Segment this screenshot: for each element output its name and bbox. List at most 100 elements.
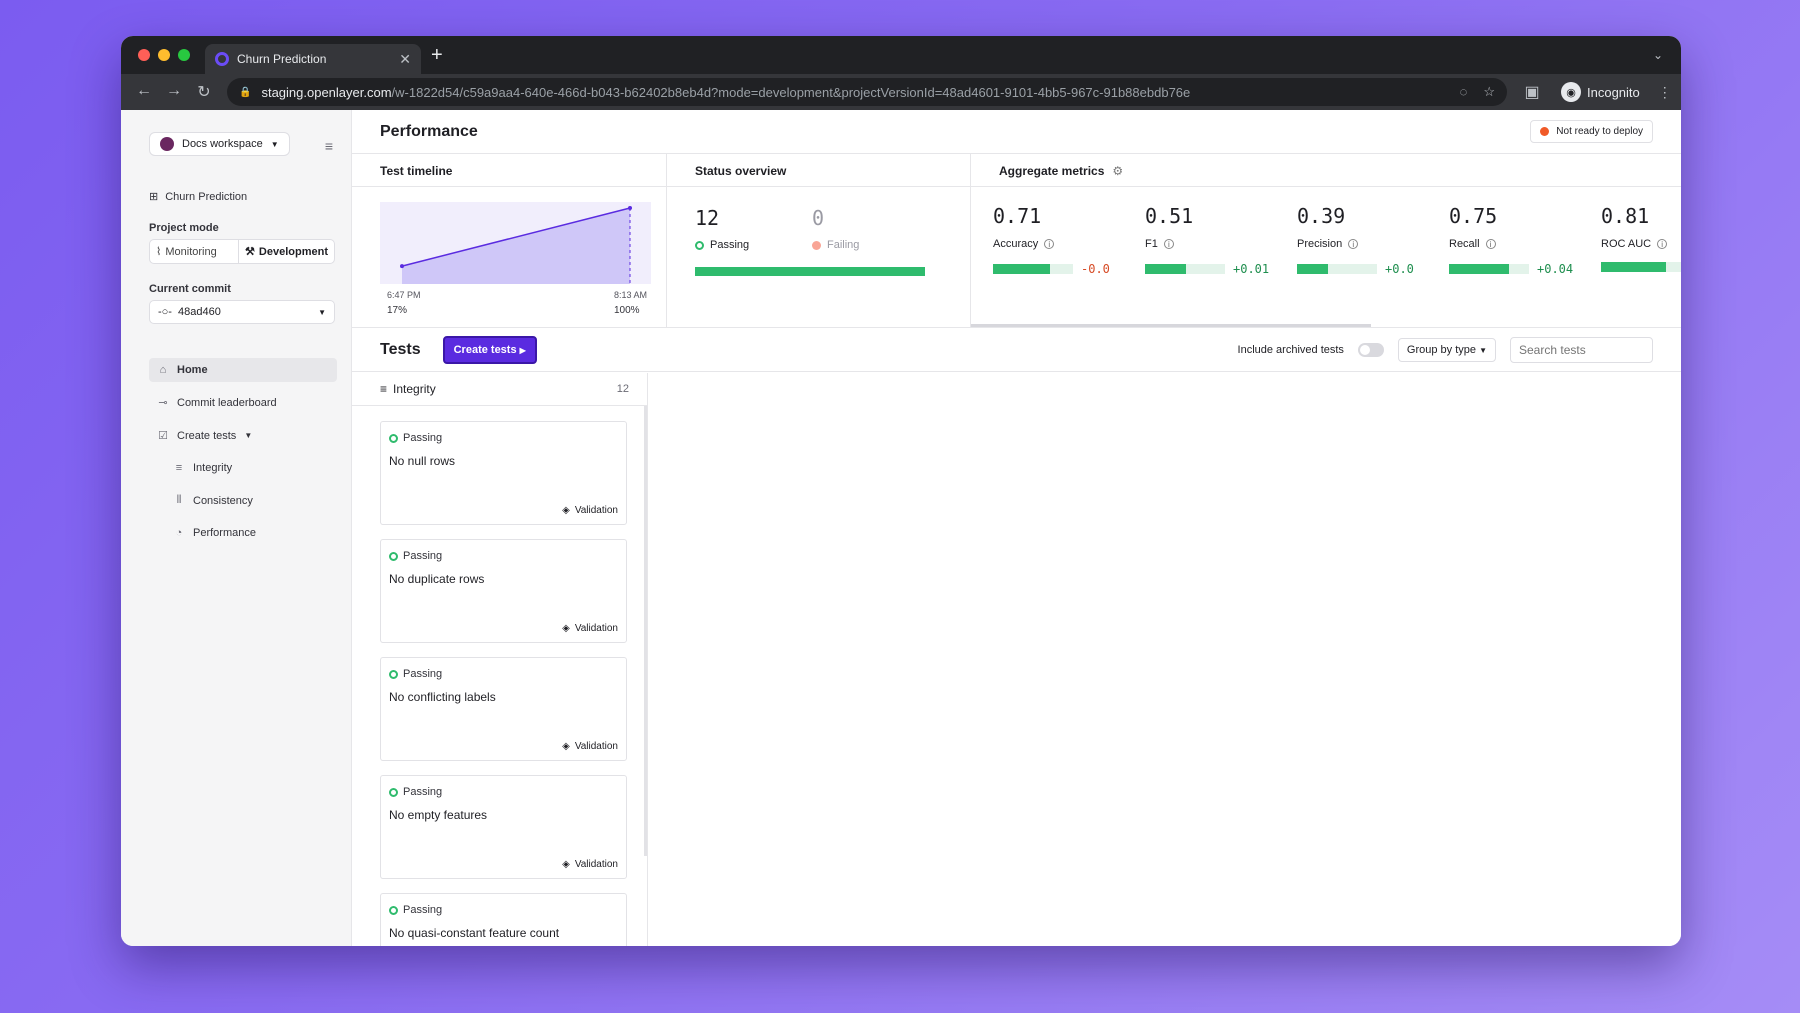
main-content: Performance Not ready to deploy Test tim…: [352, 110, 1681, 946]
sidebar-item-commit-leaderboard[interactable]: ⊸ Commit leaderboard: [149, 390, 337, 415]
layers-icon: ◈: [562, 859, 570, 870]
test-status: Passing: [403, 432, 443, 444]
list-icon: ≡: [380, 382, 388, 396]
column-header: ≡ Integrity 12: [352, 373, 647, 406]
passing-legend[interactable]: Passing: [695, 239, 749, 251]
info-icon[interactable]: i: [1657, 239, 1668, 249]
sidebar-item-consistency[interactable]: ⦀ Consistency: [149, 488, 337, 513]
group-by-select[interactable]: Group by type ▼: [1397, 337, 1496, 362]
back-icon[interactable]: ←: [129, 82, 159, 102]
mode-development[interactable]: ⚒ Development: [238, 240, 334, 263]
deploy-status-badge[interactable]: Not ready to deploy: [1530, 120, 1653, 143]
metric-fill: [1145, 264, 1186, 274]
home-icon: ⌂: [159, 364, 167, 376]
metric-value: 0.71: [993, 204, 1042, 228]
test-status: Passing: [403, 786, 443, 798]
metric-track: [1145, 264, 1225, 274]
incognito-badge[interactable]: ◉ Incognito: [1561, 82, 1640, 102]
sidebar-item-label: Commit leaderboard: [177, 396, 277, 409]
timeline-point-end[interactable]: [628, 206, 632, 210]
metric-name: Accuracy: [993, 238, 1039, 250]
forward-icon[interactable]: →: [159, 82, 189, 102]
passing-icon: [389, 787, 398, 797]
sidebar-item-create-tests[interactable]: ☑ Create tests ▼: [149, 423, 337, 448]
sidebar-item-performance[interactable]: ◔ Performance: [149, 521, 337, 545]
eye-off-icon[interactable]: ◌: [1460, 84, 1468, 100]
star-icon[interactable]: ☆: [1483, 84, 1495, 100]
metric-name: F1: [1145, 238, 1158, 250]
metric-value: 0.81: [1601, 204, 1650, 228]
chevron-down-icon: ▼: [318, 307, 326, 317]
status-title: Status overview: [667, 154, 970, 187]
group-name: Integrity: [393, 382, 436, 396]
group-by-label: Group by type: [1406, 343, 1477, 356]
include-archived-toggle[interactable]: [1357, 342, 1384, 357]
metric-value: 0.39: [1297, 204, 1346, 228]
minimize-window-button[interactable]: [158, 49, 170, 61]
current-commit-label: Current commit: [149, 283, 231, 295]
columns-icon: ⦀: [176, 494, 182, 506]
test-card[interactable]: Passing No empty features ◈ Validation: [380, 775, 627, 879]
test-card[interactable]: Passing No null rows ◈ Validation: [380, 421, 627, 525]
metric-delta: -0.0: [1081, 262, 1110, 276]
maximize-window-button[interactable]: [178, 49, 190, 61]
workspace-switcher[interactable]: Docs workspace ▼: [149, 132, 290, 156]
sidebar-item-integrity[interactable]: ≡ Integrity: [149, 456, 337, 480]
collapse-menu-icon[interactable]: ≡: [325, 138, 333, 154]
timeline-end-pct: 100%: [614, 305, 640, 316]
tab-search-icon[interactable]: ⌄: [1653, 48, 1663, 62]
metric-roc-auc[interactable]: 0.81 ROC AUC i: [1601, 204, 1681, 272]
gear-icon[interactable]: ⚙: [1112, 164, 1123, 186]
test-card[interactable]: Passing No quasi-constant feature count: [380, 893, 627, 946]
reload-icon[interactable]: ↻: [189, 82, 219, 102]
failing-count: 0: [812, 206, 825, 230]
status-progress-bar: [695, 267, 925, 276]
sidebar-item-label: Home: [177, 364, 208, 376]
checkbox-icon: ☑: [158, 430, 168, 442]
timeline-title: Test timeline: [352, 154, 666, 187]
aggregate-title-row: Aggregate metrics ⚙: [971, 154, 1681, 187]
close-tab-icon[interactable]: ✕: [399, 51, 411, 68]
metric-recall[interactable]: 0.75 Recall i +0.04: [1449, 204, 1579, 276]
page-header: Performance Not ready to deploy: [352, 110, 1681, 154]
create-tests-button[interactable]: Create tests ▶: [442, 335, 537, 364]
metric-f1[interactable]: 0.51 F1 i +0.01: [1145, 204, 1275, 276]
passing-icon: [695, 240, 704, 250]
metric-track: [1601, 262, 1681, 272]
info-icon[interactable]: i: [1485, 239, 1496, 249]
timeline-end-time: 8:13 AM: [614, 290, 648, 300]
test-card[interactable]: Passing No duplicate rows ◈ Validation: [380, 539, 627, 643]
test-status: Passing: [403, 668, 443, 680]
sidebar-item-home[interactable]: ⌂ Home: [149, 358, 337, 382]
workspace-name: Docs workspace: [182, 138, 263, 150]
failing-legend[interactable]: Failing: [812, 239, 859, 251]
test-card[interactable]: Passing No conflicting labels ◈ Validatio…: [380, 657, 627, 761]
commit-icon: -○-: [158, 306, 172, 318]
timeline-start-time: 6:47 PM: [387, 290, 421, 300]
search-tests-input[interactable]: [1510, 336, 1653, 363]
project-name[interactable]: ⊞ Churn Prediction: [149, 190, 337, 204]
metric-precision[interactable]: 0.39 Precision i +0.0: [1297, 204, 1427, 276]
info-icon[interactable]: i: [1163, 239, 1174, 249]
sidepanel-icon[interactable]: ▣: [1517, 82, 1547, 102]
info-icon[interactable]: i: [1348, 239, 1359, 249]
info-icon[interactable]: i: [1044, 239, 1055, 249]
close-window-button[interactable]: [138, 49, 150, 61]
address-bar[interactable]: 🔒 staging.openlayer.com/w-1822d54/c59a9a…: [227, 78, 1507, 106]
commit-value: 48ad460: [177, 306, 221, 318]
metric-accuracy[interactable]: 0.71 Accuracy i -0.0: [993, 204, 1123, 276]
horizontal-scrollbar[interactable]: [971, 324, 1371, 327]
browser-menu-icon[interactable]: ⋮: [1658, 84, 1672, 101]
table-icon: ⊞: [149, 191, 159, 203]
commit-select[interactable]: -○- 48ad460 ▼: [149, 300, 335, 324]
browser-tab[interactable]: Churn Prediction ✕: [205, 44, 421, 74]
new-tab-button[interactable]: +: [431, 44, 443, 67]
deploy-status-label: Not ready to deploy: [1556, 126, 1643, 137]
incognito-icon: ◉: [1561, 82, 1581, 102]
timeline-point-start[interactable]: [400, 264, 404, 269]
browser-window: Churn Prediction ✕ + ⌄ ← → ↻ 🔒 staging.o…: [121, 36, 1681, 946]
timeline-start-pct: 17%: [387, 305, 408, 316]
timeline-chart[interactable]: [380, 202, 651, 284]
mode-monitoring[interactable]: ⌇ Monitoring: [150, 240, 238, 263]
column-scrollbar[interactable]: [644, 406, 647, 856]
